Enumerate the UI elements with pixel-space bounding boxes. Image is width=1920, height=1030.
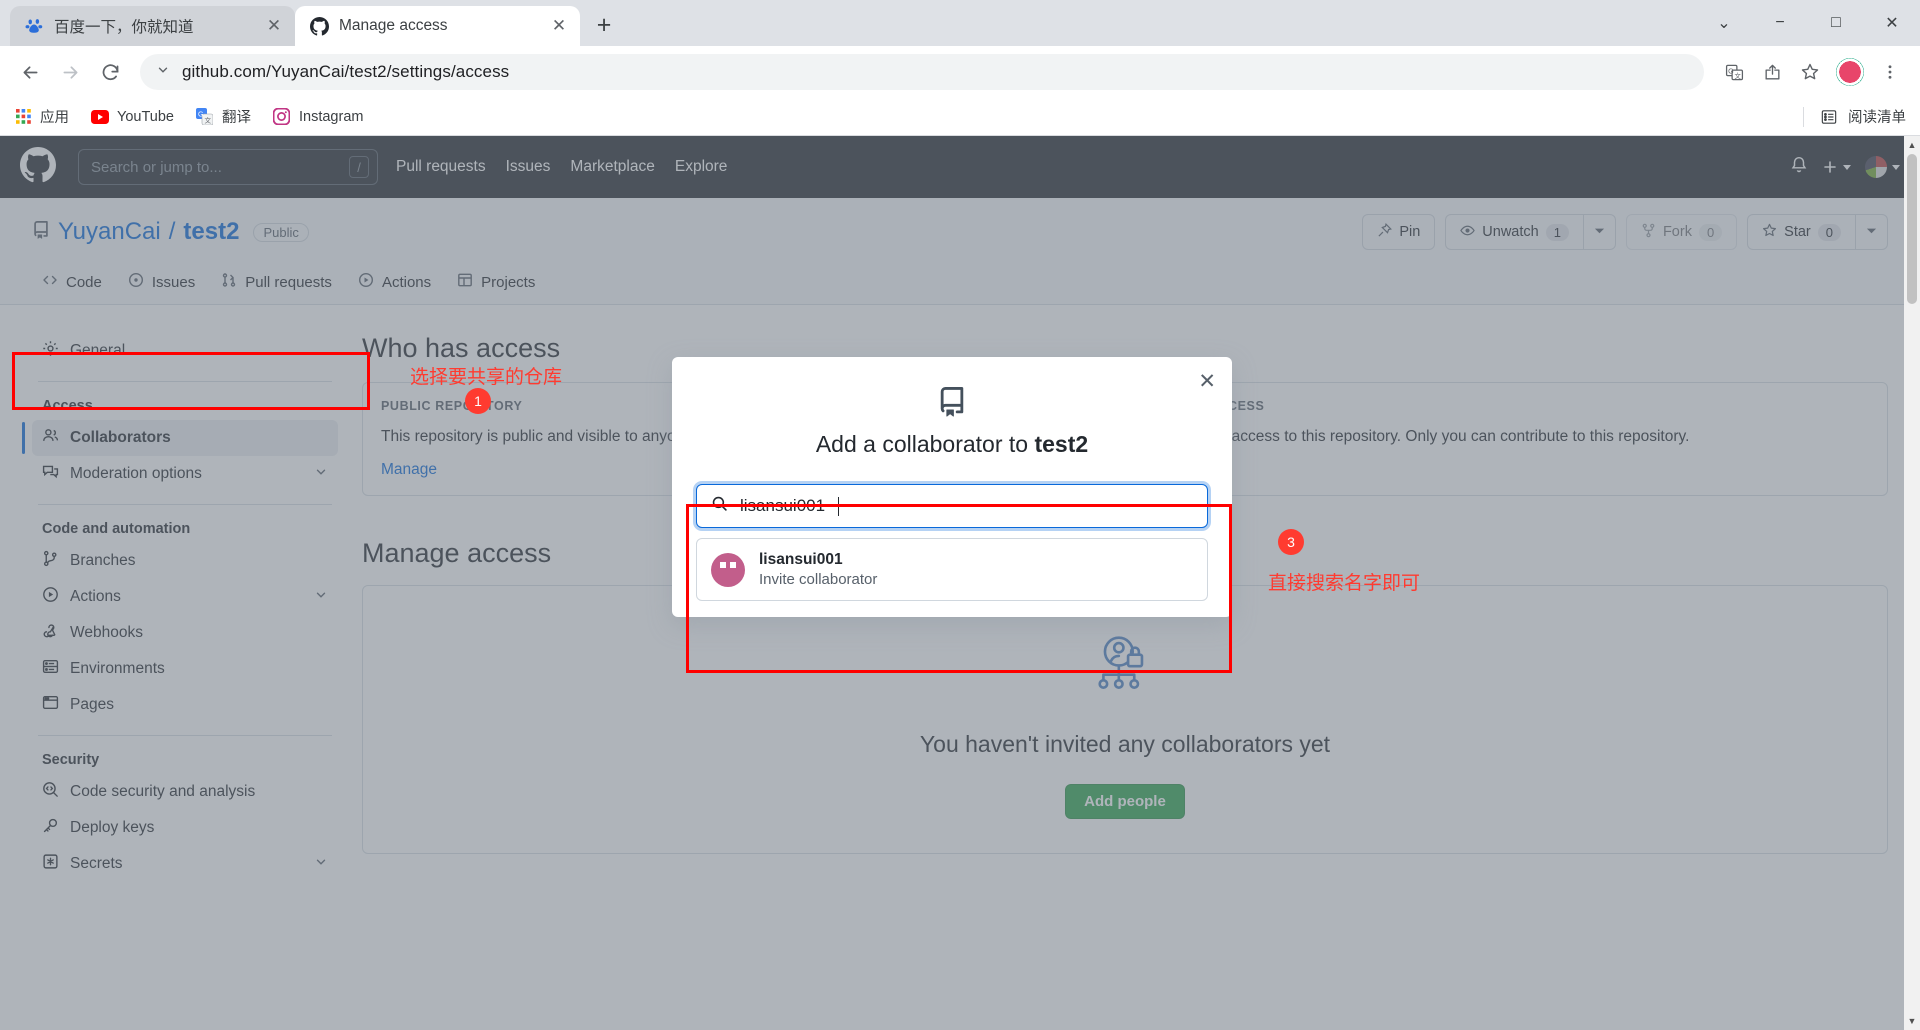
address-bar[interactable]: github.com/YuyanCai/test2/settings/acces…	[140, 54, 1704, 90]
instagram-icon	[273, 108, 291, 126]
browser-tab-title: 百度一下，你就知道	[54, 19, 194, 36]
repo-book-icon	[696, 387, 1208, 417]
dialog-title-prefix: Add a collaborator to	[815, 431, 1035, 457]
result-subtitle: Invite collaborator	[759, 571, 878, 588]
browser-window: 百度一下，你就知道 ✕ Manage access ✕ + ⌄ − □ ✕ gi…	[0, 0, 1920, 1030]
chevron-down-icon[interactable]	[156, 62, 170, 82]
share-icon[interactable]	[1754, 54, 1790, 90]
list-item[interactable]: lisansui001 Invite collaborator	[697, 539, 1207, 600]
close-icon[interactable]: ✕	[1198, 371, 1216, 392]
chrome-menu-icon[interactable]	[1872, 54, 1908, 90]
window-maximize-icon[interactable]: □	[1808, 0, 1864, 46]
reading-list-label: 阅读清单	[1848, 110, 1906, 126]
github-icon	[309, 16, 329, 36]
bookmark-apps[interactable]: 应用	[14, 106, 69, 127]
address-bar-url: github.com/YuyanCai/test2/settings/acces…	[182, 62, 510, 81]
avatar	[711, 552, 745, 587]
annotation-text-1: 选择要共享的仓库	[410, 367, 563, 388]
result-username: lisansui001	[759, 551, 843, 568]
annotation-number-1: 1	[465, 388, 491, 414]
close-icon[interactable]: ✕	[548, 15, 570, 37]
back-icon[interactable]	[12, 54, 48, 90]
bookmark-star-icon[interactable]	[1792, 54, 1828, 90]
page-scrollbar[interactable]: ▲ ▼	[1904, 136, 1920, 1030]
svg-text:文: 文	[205, 116, 212, 125]
bookmark-label: 翻译	[221, 110, 251, 126]
collaborator-search-value: lisansui001	[740, 496, 826, 515]
browser-tab-title: Manage access	[339, 17, 448, 34]
svg-text:G: G	[1728, 67, 1734, 75]
browser-tab-baidu[interactable]: 百度一下，你就知道 ✕	[10, 6, 295, 46]
dialog-title-repo: test2	[1034, 431, 1089, 457]
scroll-down-icon[interactable]: ▼	[1904, 1012, 1920, 1030]
search-icon	[711, 495, 728, 517]
bookmark-translate[interactable]: G文 翻译	[196, 106, 251, 127]
bookmark-label: YouTube	[117, 108, 174, 125]
bookmarks-bar: 应用 YouTube G文 翻译 Instagram 阅读清单	[0, 98, 1920, 136]
translate-icon[interactable]: G文	[1716, 54, 1752, 90]
divider	[1803, 106, 1804, 127]
baidu-icon	[24, 16, 44, 36]
forward-icon[interactable]	[52, 54, 88, 90]
browser-toolbar: github.com/YuyanCai/test2/settings/acces…	[0, 46, 1920, 98]
scroll-up-icon[interactable]: ▲	[1904, 136, 1920, 154]
window-controls: ⌄ − □ ✕	[1696, 0, 1920, 46]
bookmark-youtube[interactable]: YouTube	[91, 108, 174, 126]
bookmark-label: Instagram	[298, 108, 364, 125]
page-viewport: Search or jump to... / Pull requests Iss…	[0, 136, 1920, 1030]
toolbar-right-actions: G文	[1716, 54, 1908, 90]
result-text: lisansui001 Invite collaborator	[759, 551, 877, 588]
reading-list-icon	[1820, 108, 1838, 126]
google-translate-icon: G文	[196, 108, 214, 126]
collaborator-search-input[interactable]: lisansui001	[696, 484, 1208, 528]
bookmark-instagram[interactable]: Instagram	[273, 108, 363, 126]
close-icon[interactable]: ✕	[263, 15, 285, 37]
youtube-icon	[91, 108, 109, 126]
apps-grid-icon	[14, 108, 32, 126]
svg-text:G: G	[198, 112, 203, 119]
collaborator-search-wrap: lisansui001 lisansui001 Invite collabora…	[696, 484, 1208, 601]
bookmark-label: 应用	[40, 110, 69, 126]
annotation-text-3: 直接搜索名字即可	[1268, 573, 1421, 594]
chrome-profile-avatar[interactable]	[1836, 58, 1864, 86]
tab-strip: 百度一下，你就知道 ✕ Manage access ✕ + ⌄ − □ ✕	[0, 0, 1920, 46]
annotation-number-3: 3	[1278, 529, 1304, 555]
reading-list-button[interactable]: 阅读清单	[1803, 106, 1906, 127]
window-close-icon[interactable]: ✕	[1864, 0, 1920, 46]
window-more-icon[interactable]: ⌄	[1696, 0, 1752, 46]
new-tab-button[interactable]: +	[586, 7, 622, 43]
reload-icon[interactable]	[92, 54, 128, 90]
text-cursor	[838, 496, 840, 516]
scrollbar-thumb[interactable]	[1907, 154, 1917, 304]
collaborator-results-list: lisansui001 Invite collaborator	[696, 538, 1208, 601]
browser-tab-manage-access[interactable]: Manage access ✕	[295, 6, 580, 46]
add-collaborator-dialog: ✕ Add a collaborator to test2 lisansui00…	[672, 357, 1232, 617]
window-minimize-icon[interactable]: −	[1752, 0, 1808, 46]
dialog-title: Add a collaborator to test2	[696, 431, 1208, 458]
svg-text:文: 文	[1734, 71, 1741, 80]
